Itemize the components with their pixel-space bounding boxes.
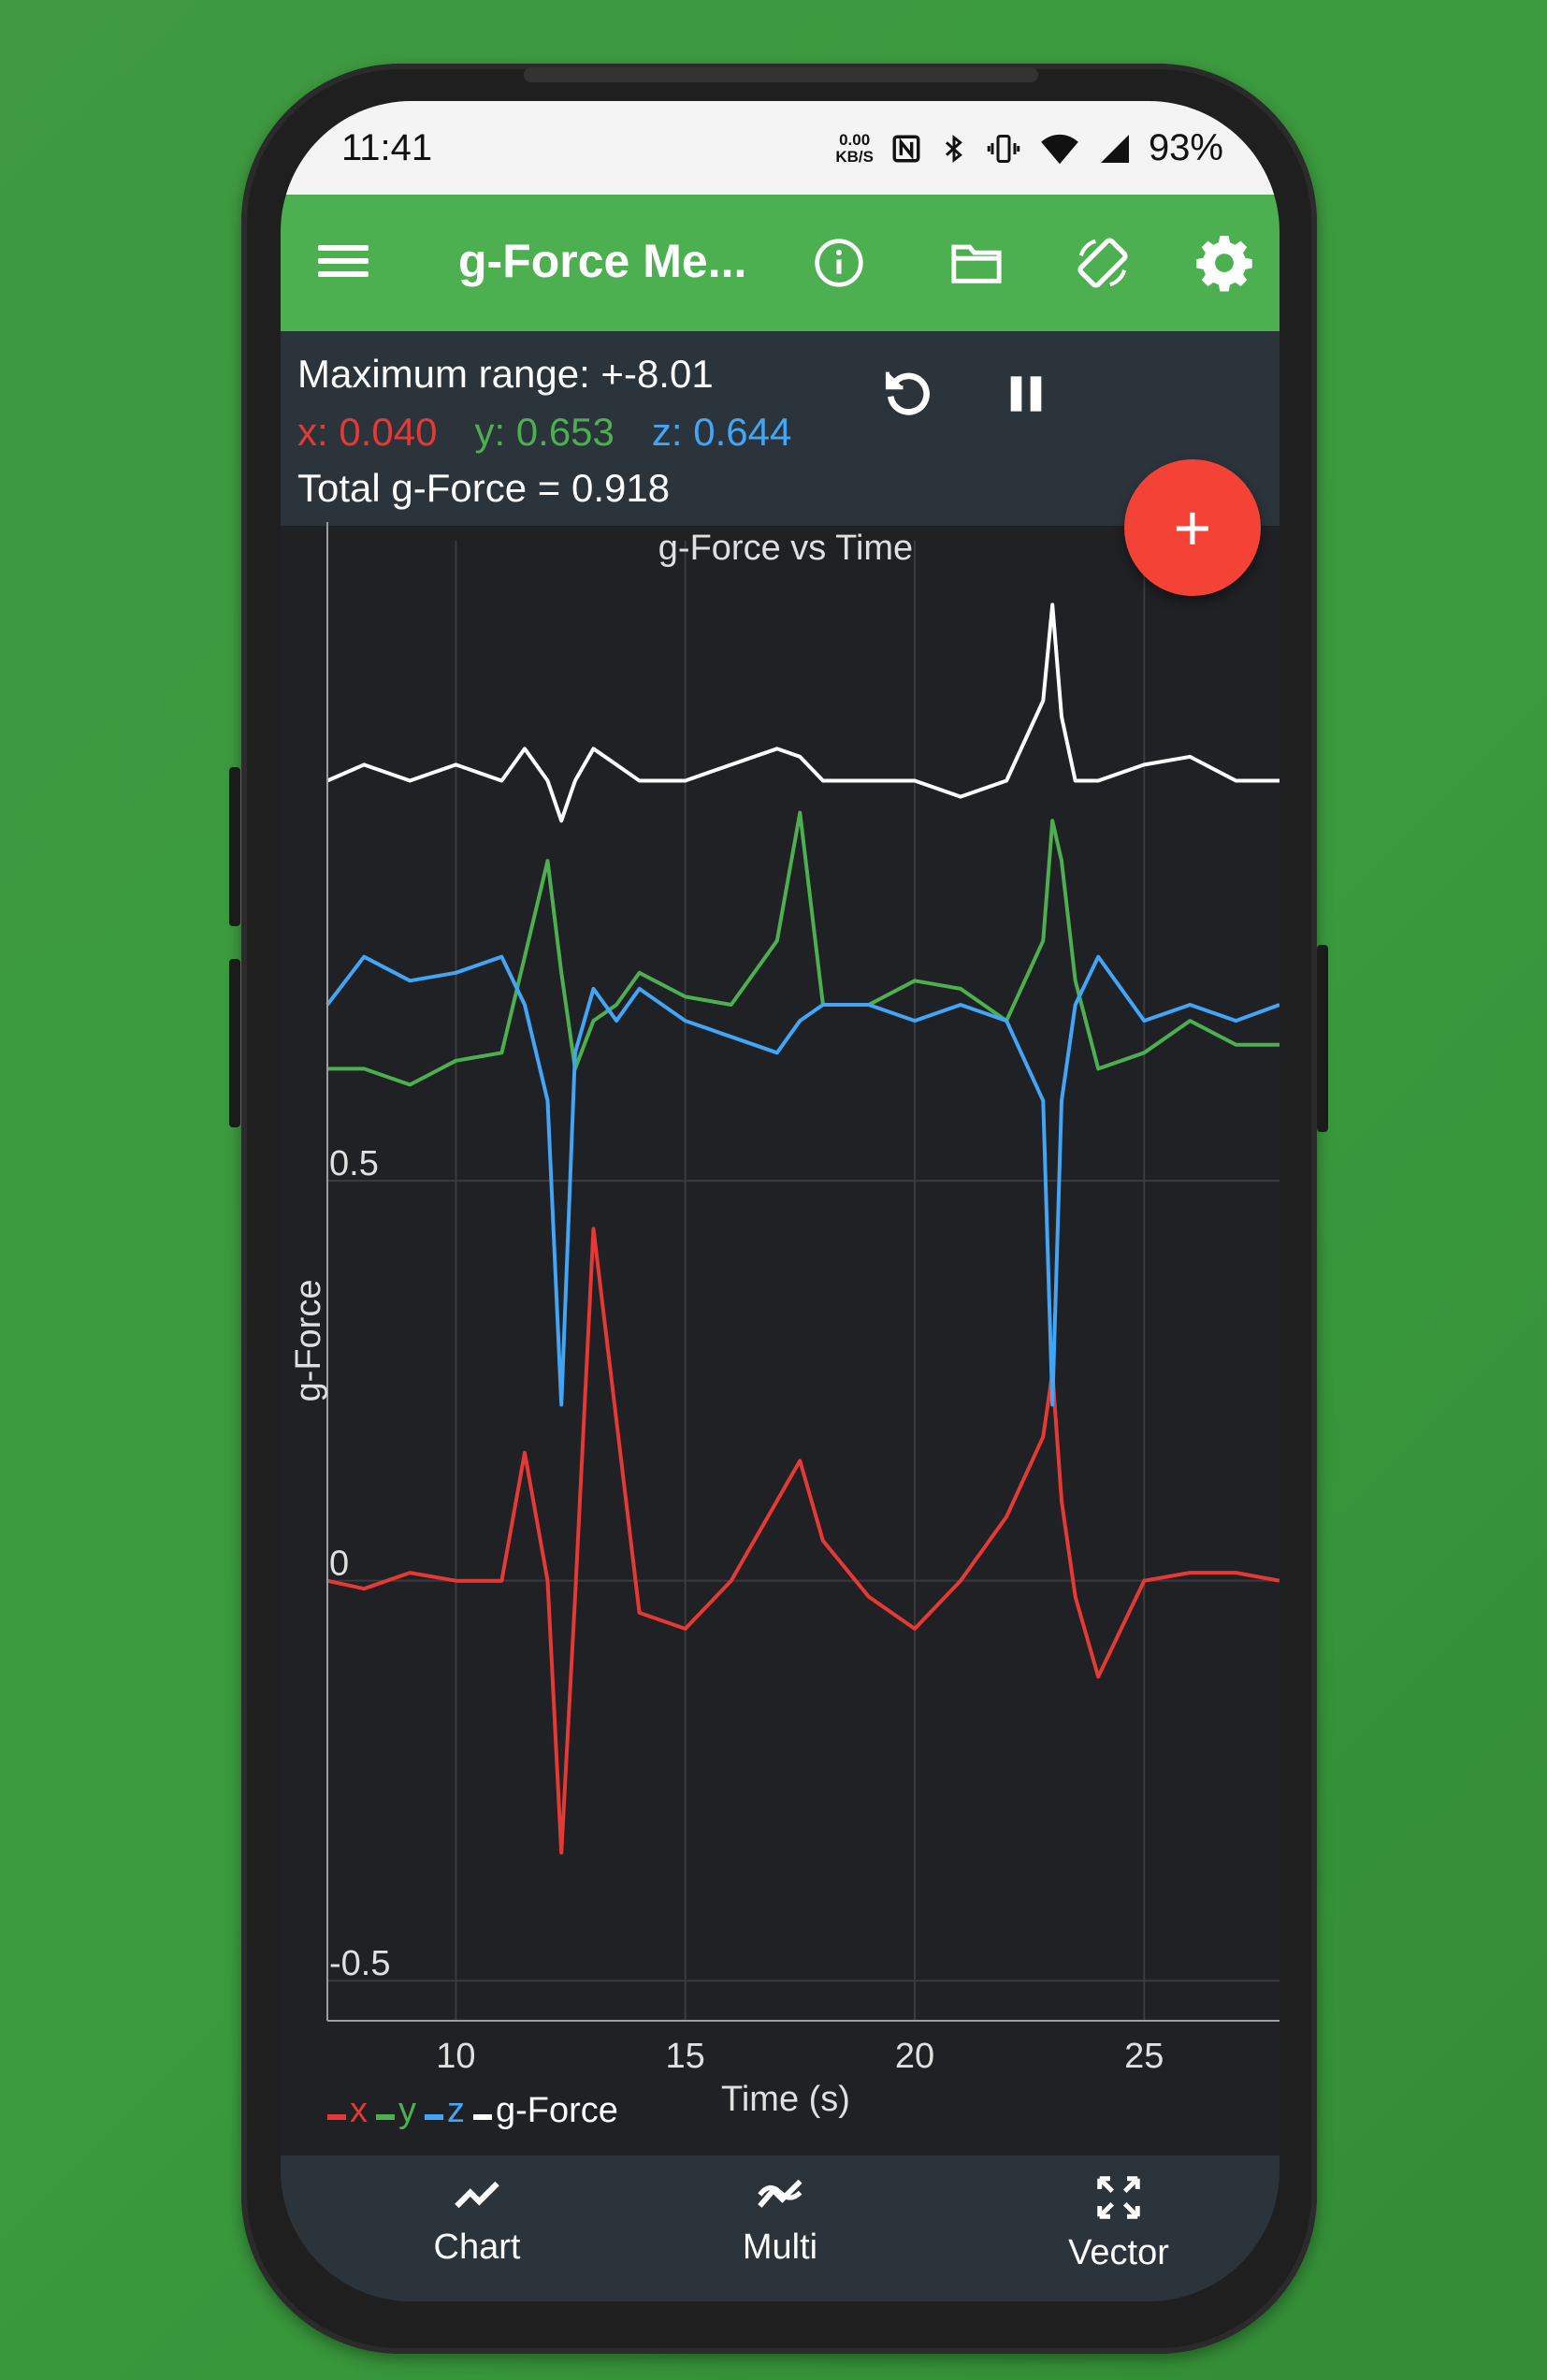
add-fab[interactable]: + <box>1124 459 1261 596</box>
x-tick-label: 25 <box>1124 2037 1164 2076</box>
series-line-g-Force <box>326 602 1280 823</box>
series-line-y <box>327 810 1280 1087</box>
gforce-chart: 10 15 20 25 -0.5 0 0.5 g-Force vs Time g-Force… <box>289 522 1280 2130</box>
fullscreen-icon <box>1097 2176 1140 2219</box>
add-fab-label: + <box>1173 491 1212 564</box>
legend-label: x <box>350 2091 368 2130</box>
legend-label: z <box>447 2091 465 2130</box>
legend-swatch <box>327 2114 346 2120</box>
y-tick-label: 0.5 <box>329 1144 379 1183</box>
nav-multi-label: Multi <box>742 2228 818 2267</box>
legend-swatch <box>425 2114 443 2120</box>
x-tick-label: 20 <box>895 2037 934 2076</box>
legend-swatch <box>473 2114 492 2120</box>
chart-legend: x y z g-Force <box>327 2091 618 2130</box>
phone-side-button <box>229 959 240 1127</box>
bottom-nav: Chart Multi Vector <box>281 2155 1280 2301</box>
phone-side-button <box>229 767 240 926</box>
legend-label: g-Force <box>496 2091 618 2130</box>
x-axis-label: Time (s) <box>721 2080 850 2119</box>
nav-chart[interactable]: Chart <box>383 2172 571 2268</box>
x-tick-label: 15 <box>666 2037 705 2076</box>
nav-chart-label: Chart <box>433 2228 521 2267</box>
series-line-x <box>326 1226 1280 1855</box>
screen: 11:41 0.00 KB/S 93% g-Force Me... Maximu… <box>281 101 1280 2301</box>
phone-side-button <box>1317 945 1328 1132</box>
line-chart-icon <box>455 2181 499 2209</box>
legend-label: y <box>398 2091 416 2130</box>
chart-title: g-Force vs Time <box>658 529 913 568</box>
camera-notch <box>524 67 1038 82</box>
y-tick-label: 0 <box>329 1545 349 1584</box>
multiline-chart-icon <box>758 2179 802 2208</box>
x-tick-label: 10 <box>436 2037 475 2076</box>
nav-vector-label: Vector <box>1068 2233 1169 2272</box>
legend-swatch <box>376 2114 395 2120</box>
y-tick-label: -0.5 <box>329 1944 390 1983</box>
y-axis-label: g-Force <box>289 1280 328 1402</box>
nav-multi[interactable]: Multi <box>687 2172 874 2268</box>
nav-vector[interactable]: Vector <box>1025 2172 1212 2273</box>
